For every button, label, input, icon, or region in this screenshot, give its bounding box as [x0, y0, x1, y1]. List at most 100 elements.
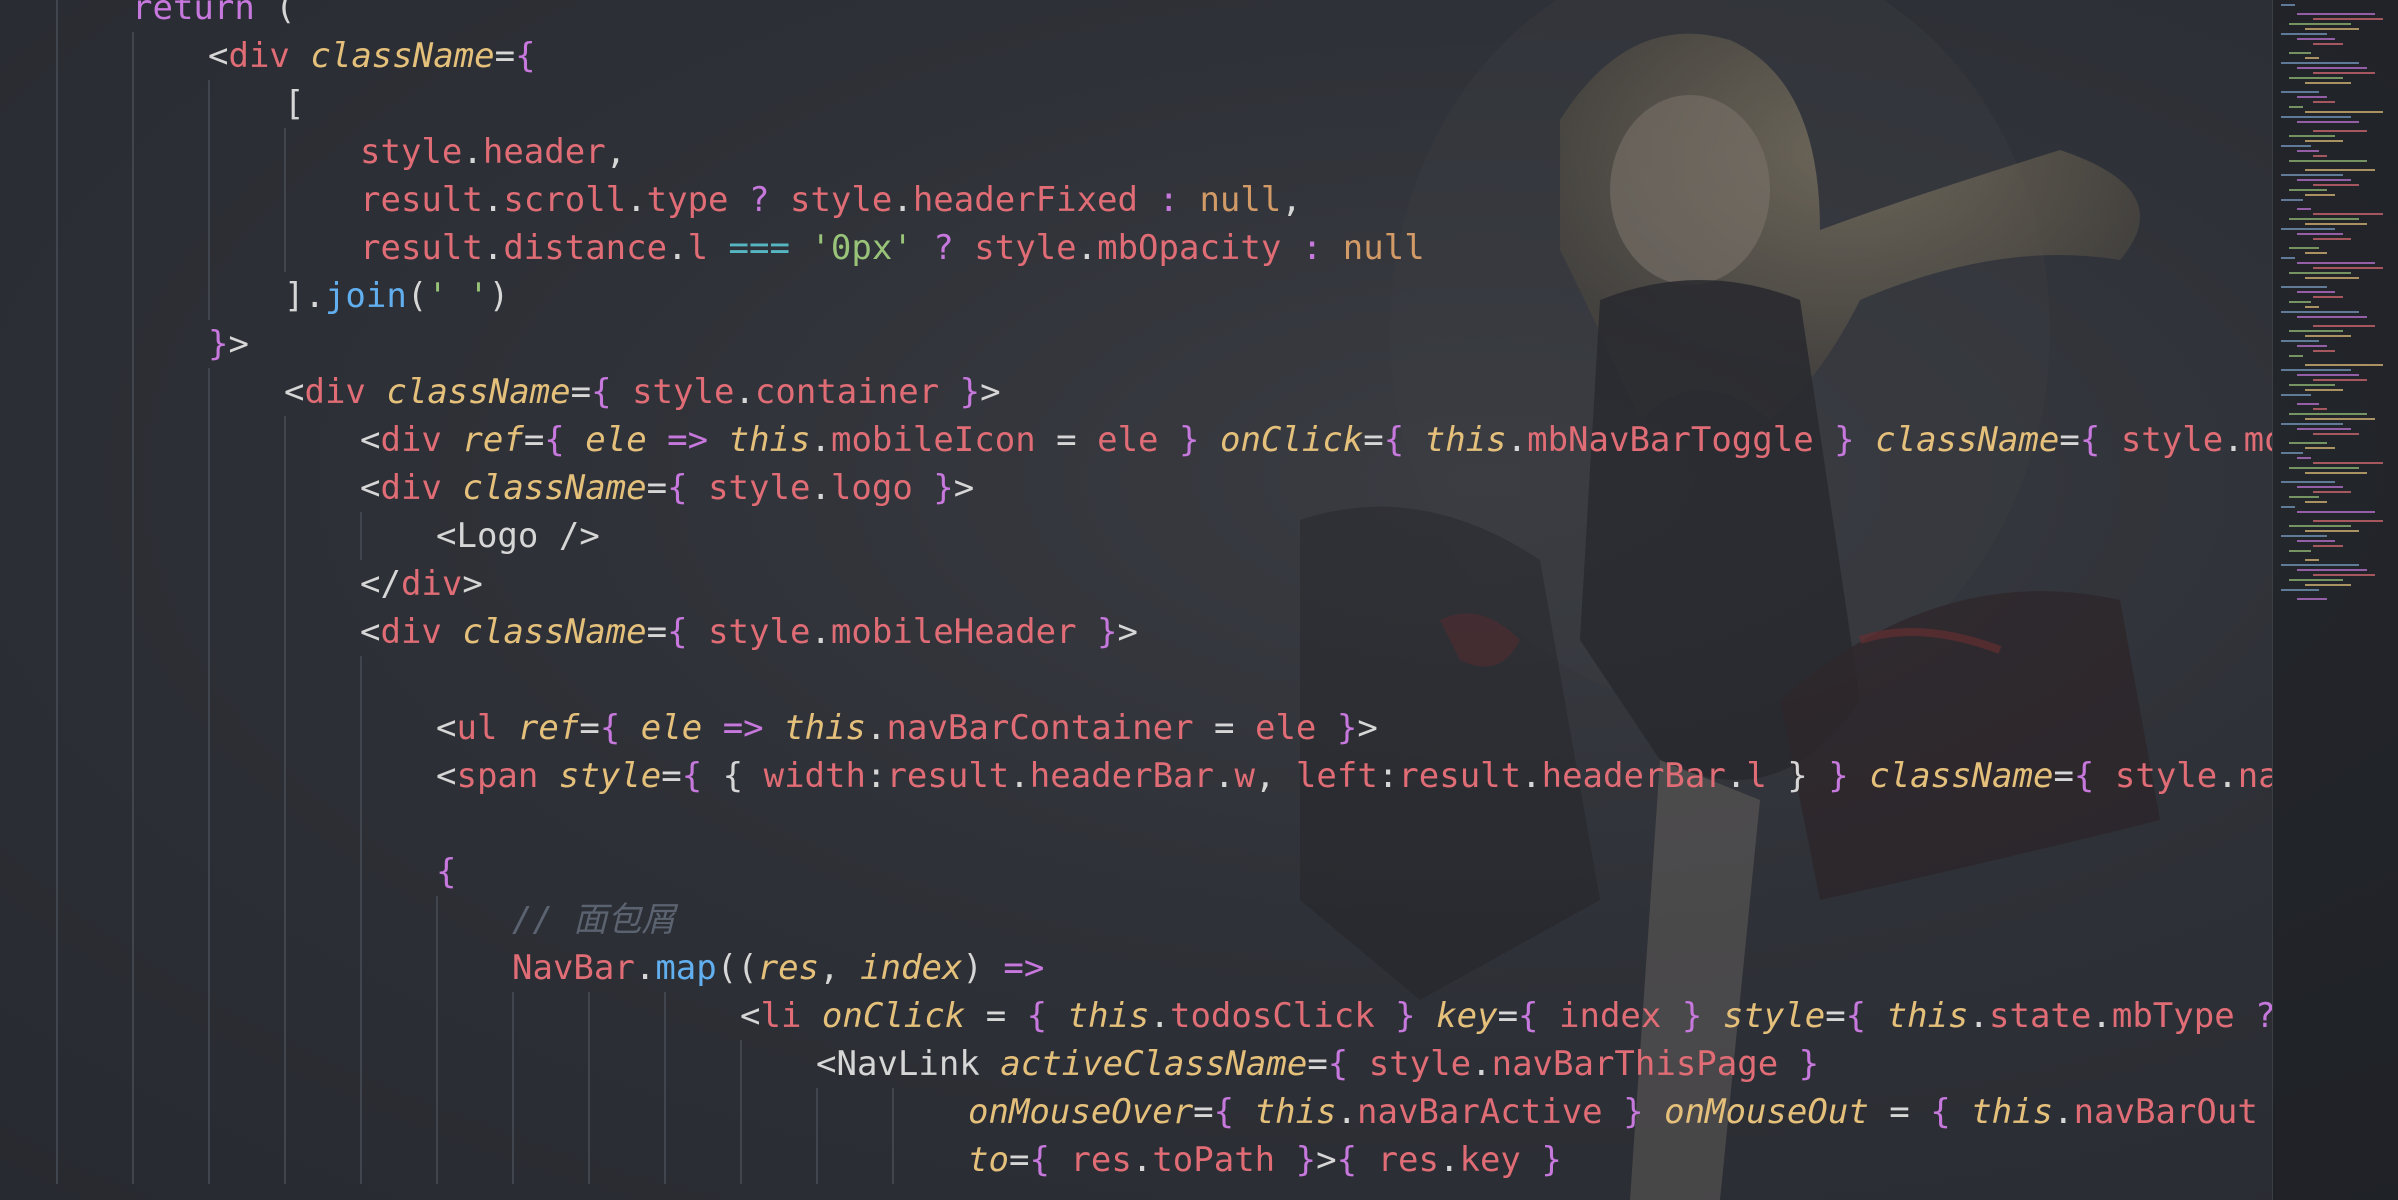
indent-guide — [208, 656, 210, 704]
code-token: </ — [360, 564, 401, 604]
code-line[interactable]: return ( — [0, 0, 2272, 32]
code-line[interactable]: <span style={ { width:result.headerBar.w… — [0, 752, 2272, 800]
minimap-line — [2313, 155, 2327, 157]
minimap-line — [2313, 433, 2359, 435]
minimap-line — [2297, 345, 2327, 347]
code-token: headerFixed — [912, 180, 1138, 220]
code-token: } — [1179, 420, 1200, 460]
code-line[interactable]: <div className={ — [0, 32, 2272, 80]
code-token: { — [599, 708, 621, 748]
code-token: < — [360, 468, 381, 508]
minimap-line — [2313, 18, 2383, 20]
code-token: . — [2223, 420, 2244, 460]
code-line[interactable]: <div className={ style.logo }> — [0, 464, 2272, 512]
code-token: res — [1377, 1140, 1439, 1180]
code-line[interactable]: <li onClick = { this.todosClick } key={ … — [0, 992, 2272, 1040]
indent-guide — [56, 32, 58, 80]
code-text: </div> — [360, 560, 483, 608]
code-line[interactable] — [0, 800, 2272, 848]
code-token: { — [1327, 1044, 1349, 1084]
minimap-line — [2289, 135, 2335, 137]
minimap-line — [2289, 77, 2343, 79]
code-token: { — [544, 420, 565, 460]
code-token: > — [953, 468, 975, 508]
indent-guide — [284, 416, 286, 464]
code-token: = — [1193, 1092, 1214, 1132]
indent-guide — [132, 416, 134, 464]
code-token: < — [208, 36, 229, 76]
code-token: { — [1518, 996, 1539, 1036]
code-token: { — [1383, 420, 1405, 460]
code-text: <div className={ — [208, 32, 536, 80]
code-text: <ul ref={ ele => this.navBarContainer = … — [436, 704, 1378, 752]
code-line[interactable]: <Logo /> — [0, 512, 2272, 560]
indent-guide — [208, 896, 210, 944]
code-line[interactable]: <div className={ style.mobileHeader }> — [0, 608, 2272, 656]
code-token: todosClick — [1169, 996, 1375, 1036]
indent-guide — [132, 704, 134, 752]
code-token: . — [1471, 1044, 1492, 1084]
minimap-line — [2313, 296, 2343, 298]
code-line[interactable]: NavBar.map((res, index) => — [0, 944, 2272, 992]
code-token: } — [1766, 756, 1829, 796]
code-token: ]. — [284, 276, 325, 316]
code-line[interactable]: }> — [0, 320, 2272, 368]
code-token: : — [1158, 180, 1179, 220]
code-token: = — [1868, 1092, 1931, 1132]
code-token: = — [2053, 756, 2074, 796]
indent-guide — [132, 1040, 134, 1088]
code-token: } — [1097, 612, 1118, 652]
code-line[interactable]: onMouseOver={ this.navBarActive } onMous… — [0, 1088, 2272, 1136]
indent-guide — [56, 320, 58, 368]
code-token: = — [1307, 1044, 1328, 1084]
code-line[interactable]: </div> — [0, 560, 2272, 608]
code-area[interactable]: return (<div className={[style.header, re… — [0, 0, 2272, 1200]
code-token: . — [1336, 1092, 1357, 1132]
code-line[interactable]: result.scroll.type ? style.headerFixed :… — [0, 176, 2272, 224]
code-editor[interactable]: return (<div className={[style.header, re… — [0, 0, 2398, 1200]
code-line[interactable]: style.header, — [0, 128, 2272, 176]
minimap-line — [2297, 150, 2319, 152]
code-token: headerBar — [1029, 756, 1214, 796]
indent-guide — [512, 992, 514, 1040]
code-line[interactable]: <div ref={ ele => this.mobileIcon = ele … — [0, 416, 2272, 464]
indent-guide — [360, 800, 362, 848]
code-token: li — [760, 996, 802, 1036]
code-line[interactable]: <div className={ style.container }> — [0, 368, 2272, 416]
code-line[interactable]: <NavLink activeClassName={ style.navBarT… — [0, 1040, 2272, 1088]
indent-guide — [664, 1088, 666, 1136]
code-line[interactable]: ].join(' ') — [0, 272, 2272, 320]
code-text: <div className={ style.mobileHeader }> — [360, 608, 1138, 656]
code-token: key — [1436, 996, 1498, 1036]
indent-guide — [740, 1040, 742, 1088]
minimap[interactable] — [2272, 0, 2398, 1200]
minimap-line — [2313, 101, 2335, 103]
code-line[interactable]: // 面包屑 — [0, 896, 2272, 944]
minimap-line — [2313, 350, 2335, 352]
code-token: navBarActive — [1357, 1092, 1603, 1132]
code-line[interactable] — [0, 656, 2272, 704]
indent-guide — [284, 944, 286, 992]
code-token: mbOpacity — [1097, 228, 1282, 268]
code-token: } — [959, 372, 981, 412]
minimap-line — [2313, 408, 2327, 410]
code-line[interactable]: result.distance.l === '0px' ? style.mbOp… — [0, 224, 2272, 272]
code-line[interactable]: { — [0, 848, 2272, 896]
code-token: < — [436, 708, 457, 748]
minimap-line — [2297, 374, 2359, 376]
code-token: = — [579, 708, 600, 748]
minimap-line — [2297, 457, 2311, 459]
code-token: onClick — [1219, 420, 1364, 460]
code-token: onClick — [821, 996, 966, 1036]
code-line[interactable]: <ul ref={ ele => this.navBarContainer = … — [0, 704, 2272, 752]
code-line[interactable]: [ — [0, 80, 2272, 128]
indent-guide — [816, 1088, 818, 1136]
code-line[interactable]: to={ res.toPath }>{ res.key } — [0, 1136, 2272, 1184]
